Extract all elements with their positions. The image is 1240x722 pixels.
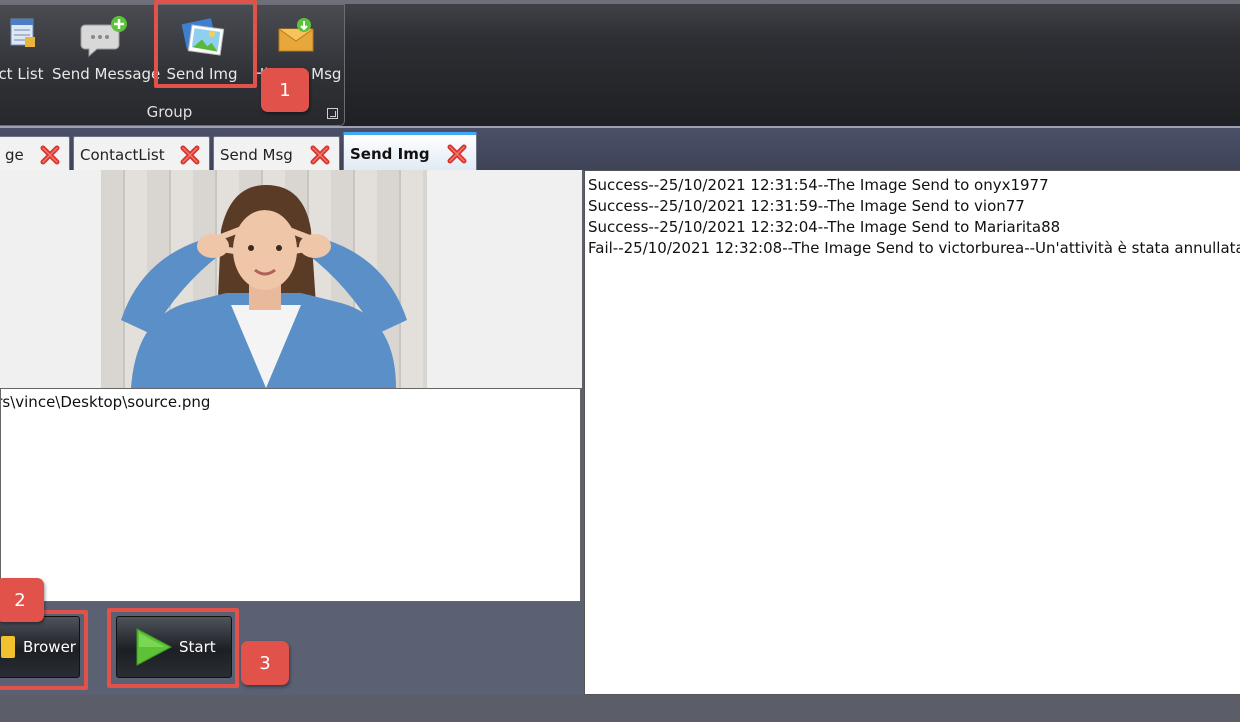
group-launcher-icon[interactable] xyxy=(327,108,338,119)
tab-label: ge xyxy=(5,145,24,164)
history-msg-icon xyxy=(278,18,314,52)
annotation-badge-1: 1 xyxy=(261,68,309,112)
send-message-button[interactable]: Send Message xyxy=(52,11,161,91)
close-icon[interactable] xyxy=(309,144,331,166)
send-message-icon xyxy=(80,16,127,58)
close-icon[interactable] xyxy=(39,144,61,166)
image-preview-area xyxy=(0,170,582,388)
send-log-list[interactable]: Success--25/10/2021 12:31:54--The Image … xyxy=(584,170,1240,695)
annotation-box-1 xyxy=(154,0,257,88)
tab-send-msg[interactable]: Send Msg xyxy=(213,136,340,172)
contact-list-icon xyxy=(10,18,35,47)
tab-label: Send Img xyxy=(350,144,430,163)
file-path-value: ers\vince\Desktop\source.png xyxy=(0,393,211,411)
annotation-box-2 xyxy=(0,610,88,690)
tab-label: ContactList xyxy=(80,145,165,164)
log-line: Fail--25/10/2021 12:32:08--The Image Sen… xyxy=(588,239,1240,257)
contact-list-button[interactable]: ct List xyxy=(0,11,47,91)
tab-contactlist[interactable]: ContactList xyxy=(73,136,210,172)
annotation-box-3 xyxy=(107,608,239,688)
log-line: Success--25/10/2021 12:31:54--The Image … xyxy=(588,176,1049,194)
file-path-textbox[interactable]: ers\vince\Desktop\source.png xyxy=(0,388,581,602)
send-message-label: Send Message xyxy=(52,65,161,83)
tab-send-img[interactable]: Send Img xyxy=(343,132,477,172)
tab-message[interactable]: ge xyxy=(0,136,70,172)
log-line: Success--25/10/2021 12:32:04--The Image … xyxy=(588,218,1061,236)
status-bar xyxy=(0,695,1240,722)
annotation-badge-2: 2 xyxy=(0,578,44,622)
close-icon[interactable] xyxy=(179,144,201,166)
tab-bar: ge ContactList Send Msg Send Img xyxy=(0,126,1240,172)
log-line: Success--25/10/2021 12:31:59--The Image … xyxy=(588,197,1025,215)
annotation-badge-3: 3 xyxy=(241,641,289,685)
contact-list-label: ct List xyxy=(0,65,44,83)
tab-label: Send Msg xyxy=(220,145,293,164)
image-preview xyxy=(101,170,427,388)
close-icon[interactable] xyxy=(446,143,468,165)
